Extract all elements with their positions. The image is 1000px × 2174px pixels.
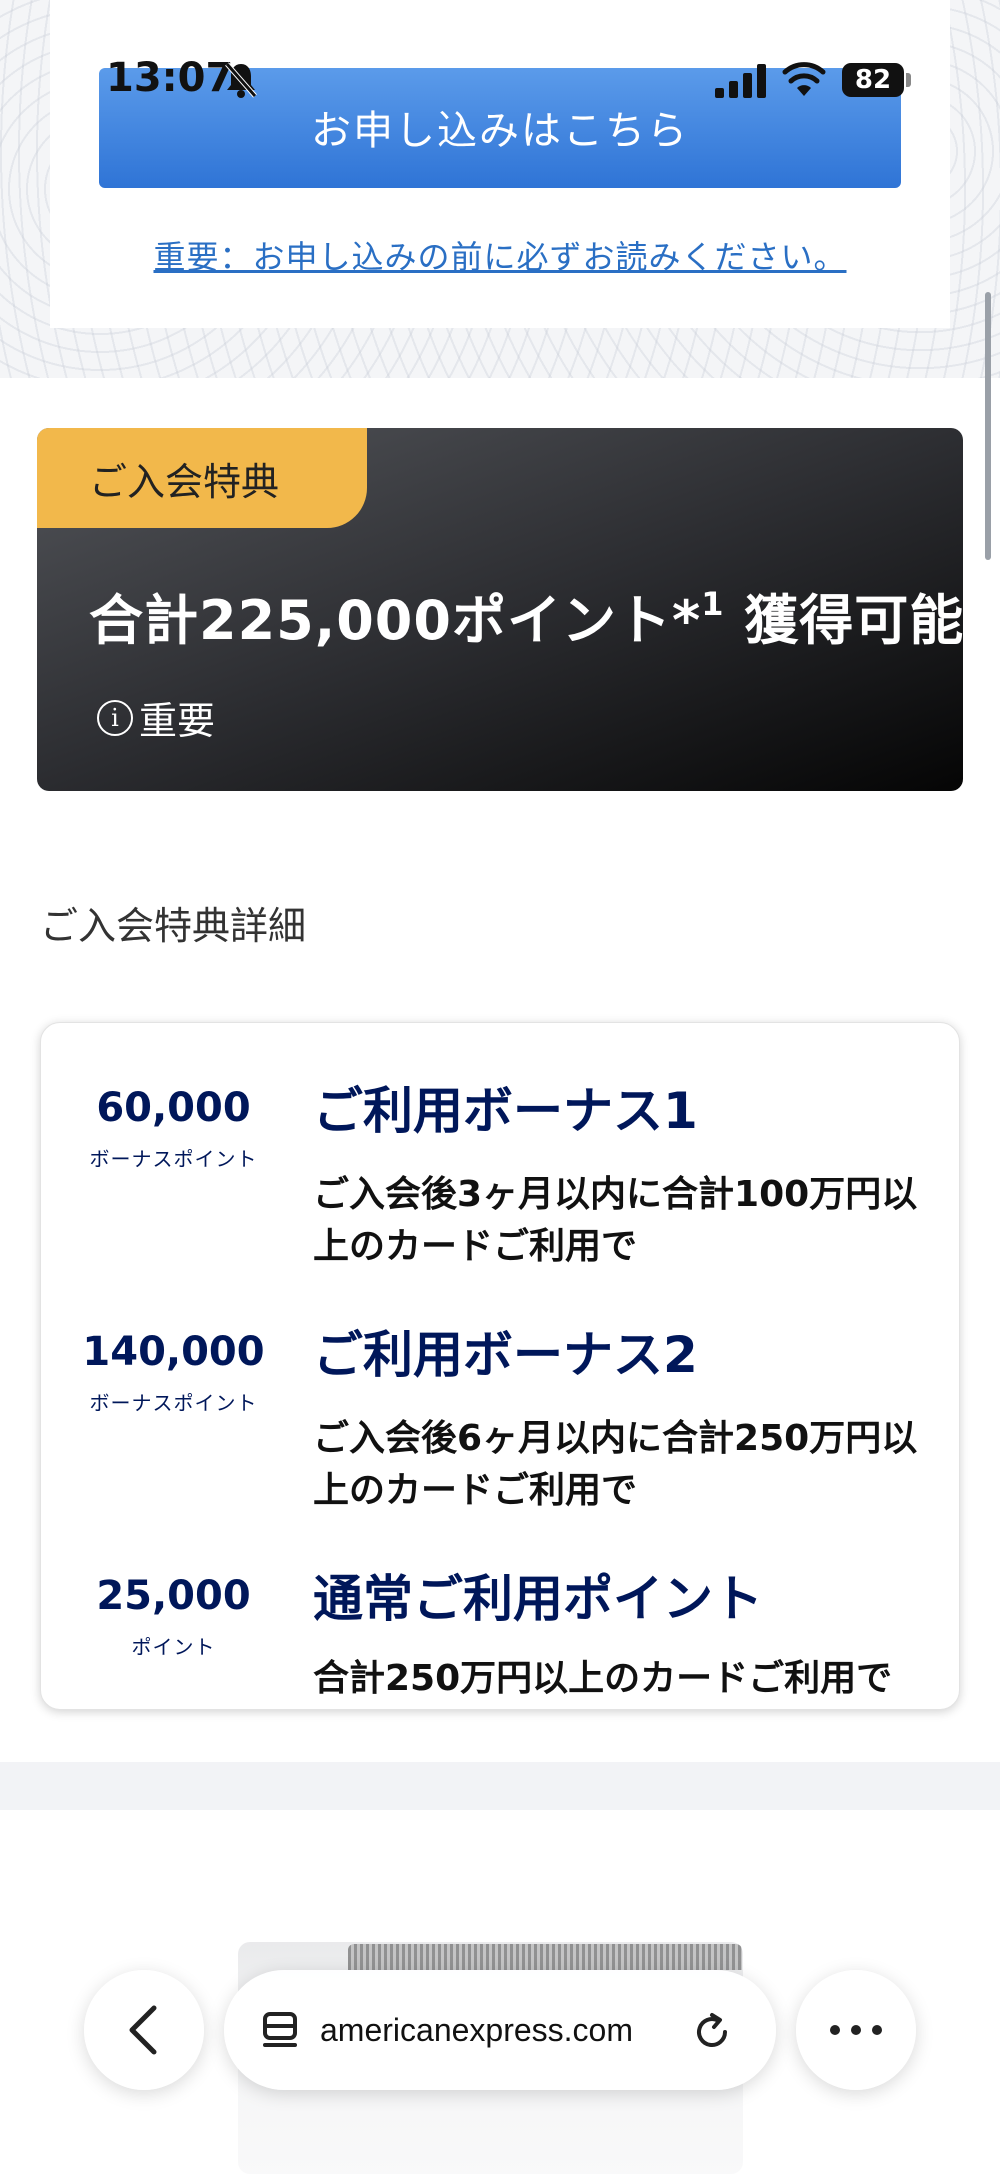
bonus-details-card: 60,000 ボーナスポイント ご利用ボーナス1 ご入会後3ヶ月以内に合計100… xyxy=(40,1022,960,1710)
more-button[interactable] xyxy=(796,1970,916,2090)
welcome-bonus-banner: ご入会特典 合計225,000ポイント*1 獲得可能 i 重要 xyxy=(37,428,963,791)
important-label: 重要 xyxy=(139,699,216,743)
bonus-description: ご入会後3ヶ月以内に合計100万円以上のカードご利用で xyxy=(313,1174,918,1267)
address-bar[interactable]: americanexpress.com xyxy=(224,1970,776,2090)
bell-slash-icon xyxy=(225,62,257,98)
status-bar: 13:07 82 xyxy=(0,0,1000,101)
card-image-edge xyxy=(348,1944,742,1970)
important-notice-link[interactable]: 重要：お申し込みの前に必ずお読みください。 xyxy=(0,232,1000,278)
battery-cap xyxy=(906,73,911,87)
more-icon xyxy=(830,2025,882,2035)
cellular-signal-icon xyxy=(715,64,766,98)
bonus-points: 140,000 ボーナスポイント xyxy=(41,1329,306,1416)
reload-icon[interactable] xyxy=(692,2012,732,2052)
url-text: americanexpress.com xyxy=(320,2011,633,2048)
wifi-icon xyxy=(782,62,826,96)
bonus-description: 合計250万円以上のカードご利用で xyxy=(313,1658,893,1699)
bonus-title: ご利用ボーナス2 xyxy=(313,1326,698,1384)
points-value: 25,000 xyxy=(96,1573,251,1619)
points-value: 60,000 xyxy=(96,1085,251,1131)
bonus-points: 60,000 ボーナスポイント xyxy=(41,1085,306,1172)
bonus-points: 25,000 ポイント xyxy=(41,1573,306,1660)
section-title: ご入会特典詳細 xyxy=(40,904,307,948)
status-time: 13:07 xyxy=(106,55,234,101)
bonus-title: ご利用ボーナス1 xyxy=(313,1082,698,1140)
banner-headline-suffix: 獲得可能 xyxy=(724,589,963,652)
points-unit: ポイント xyxy=(131,1635,216,1659)
bonus-title: 通常ご利用ポイント xyxy=(313,1570,763,1628)
chevron-left-icon xyxy=(129,2005,157,2055)
battery-indicator: 82 xyxy=(842,63,904,97)
scrollbar-thumb[interactable] xyxy=(985,292,991,560)
important-info-button[interactable]: i 重要 xyxy=(97,690,215,745)
points-unit: ボーナスポイント xyxy=(89,1147,258,1171)
banner-headline: 合計225,000ポイント*1 獲得可能 xyxy=(89,576,963,655)
points-value: 140,000 xyxy=(82,1329,265,1375)
banner-tab-label: ご入会特典 xyxy=(37,428,367,528)
points-unit: ボーナスポイント xyxy=(89,1391,258,1415)
tabs-icon xyxy=(263,2012,297,2047)
section-divider xyxy=(0,1762,1000,1810)
banner-headline-main: 合計225,000ポイント* xyxy=(89,589,702,652)
back-button[interactable] xyxy=(84,1970,204,2090)
info-icon: i xyxy=(97,699,133,736)
bonus-description: ご入会後6ヶ月以内に合計250万円以上のカードご利用で xyxy=(313,1418,918,1511)
footnote-marker: 1 xyxy=(701,585,725,623)
